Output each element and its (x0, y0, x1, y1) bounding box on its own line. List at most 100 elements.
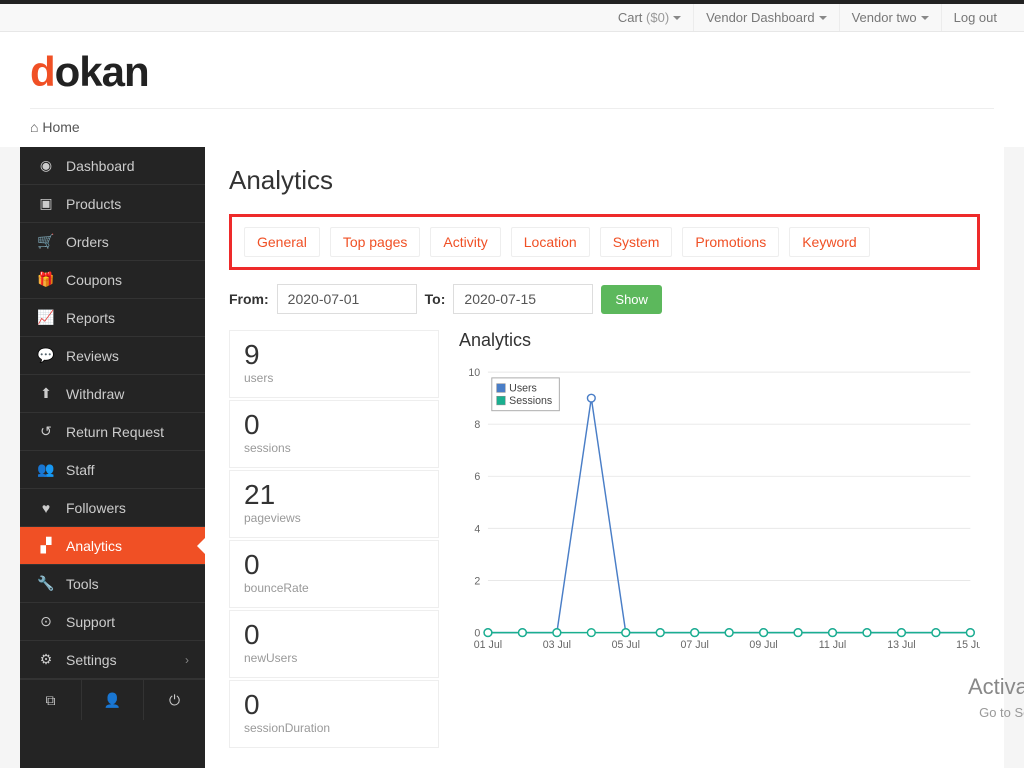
sidebar-item-label: Support (66, 614, 115, 630)
sidebar-item-coupons[interactable]: 🎁 Coupons (20, 261, 205, 299)
chevron-down-icon (819, 16, 827, 20)
sidebar-item-label: Staff (66, 462, 95, 478)
svg-text:Sessions: Sessions (509, 395, 552, 407)
briefcase-icon: ▣ (36, 195, 56, 212)
svg-text:8: 8 (474, 419, 480, 431)
sidebar-item-support[interactable]: ⊙ Support (20, 603, 205, 641)
cart-menu[interactable]: Cart ($0) (606, 4, 694, 31)
profile-button[interactable]: 👤 (82, 680, 144, 720)
tab-top-pages[interactable]: Top pages (330, 227, 421, 257)
stat-sessions: 0 sessions (229, 400, 439, 468)
to-input[interactable] (453, 284, 593, 314)
sidebar-item-products[interactable]: ▣ Products (20, 185, 205, 223)
chevron-down-icon (921, 16, 929, 20)
external-icon: ⧉ (46, 692, 56, 709)
cart-amount: ($0) (646, 10, 669, 25)
breadcrumb-wrap: ⌂ Home (0, 108, 1024, 147)
sidebar-item-dashboard[interactable]: ◉Dashboard (20, 147, 205, 185)
chevron-right-icon: › (185, 653, 189, 667)
svg-text:05 Jul: 05 Jul (612, 639, 640, 651)
home-icon: ⌂ (30, 119, 38, 135)
sidebar-item-label: Coupons (66, 272, 122, 288)
comment-icon: 💬 (36, 347, 56, 364)
sidebar-item-analytics[interactable]: ▞ Analytics (20, 527, 205, 565)
chart-icon: 📈 (36, 309, 56, 326)
cart-label: Cart (618, 10, 643, 25)
analytics-body: 9users 0 sessions 21 pageviews 0bounceRate… (229, 330, 980, 750)
sidebar-bottom: ⧉ 👤 ⏻ (20, 679, 205, 720)
sidebar-item-label: Reviews (66, 348, 119, 364)
sidebar-item-label: Dashboard (66, 158, 135, 174)
page-title: Analytics (229, 165, 980, 196)
svg-text:01 Jul: 01 Jul (474, 639, 502, 651)
tab-activity[interactable]: Activity (430, 227, 500, 257)
sidebar-item-label: Followers (66, 500, 126, 516)
vendor-two-menu[interactable]: Vendor two (840, 4, 942, 31)
main: ◉Dashboard ▣Products 🛒Orders 🎁Coupons 📈R… (20, 147, 1004, 768)
svg-text:03 Jul: 03 Jul (543, 639, 571, 651)
tab-keyword[interactable]: Keyword (789, 227, 869, 257)
svg-text:07 Jul: 07 Jul (681, 639, 709, 651)
logo-area: dokan (0, 32, 1024, 108)
tab-promotions[interactable]: Promotions (682, 227, 779, 257)
sidebar-item-reviews[interactable]: 💬 Reviews (20, 337, 205, 375)
lifering-icon: ⊙ (36, 613, 56, 630)
activate-watermark-line2: Go to Set (979, 705, 1024, 720)
sidebar-item-label: Settings (66, 652, 117, 668)
logout-label: Log out (954, 10, 997, 25)
brand-first-letter: d (30, 48, 55, 95)
stat-value: 0 (244, 691, 424, 719)
external-link-button[interactable]: ⧉ (20, 680, 82, 720)
gear-icon: ⚙ (36, 651, 56, 668)
area-chart-icon: ▞ (36, 537, 56, 554)
gift-icon: 🎁 (36, 271, 56, 288)
sidebar-item-staff[interactable]: 👥Staff (20, 451, 205, 489)
tab-general[interactable]: General (244, 227, 320, 257)
sidebar-item-withdraw[interactable]: ⬆Withdraw (20, 375, 205, 413)
breadcrumb[interactable]: ⌂ Home (30, 108, 994, 135)
from-input[interactable] (277, 284, 417, 314)
user-icon: 👤 (104, 692, 121, 709)
sidebar-item-return-request[interactable]: ↺Return Request (20, 413, 205, 451)
upload-icon: ⬆ (36, 385, 56, 402)
stats-column: 9users 0 sessions 21 pageviews 0bounceRate… (229, 330, 439, 750)
stat-value: 0 (244, 621, 424, 649)
power-button[interactable]: ⏻ (144, 680, 205, 720)
sidebar: ◉Dashboard ▣Products 🛒Orders 🎁Coupons 📈R… (20, 147, 205, 768)
vendor-two-label: Vendor two (852, 10, 917, 25)
svg-text:13 Jul: 13 Jul (887, 639, 915, 651)
sidebar-item-tools[interactable]: 🔧Tools (20, 565, 205, 603)
sidebar-item-orders[interactable]: 🛒Orders (20, 223, 205, 261)
return-icon: ↺ (36, 423, 56, 440)
show-button[interactable]: Show (601, 285, 662, 314)
svg-text:09 Jul: 09 Jul (749, 639, 777, 651)
sidebar-item-reports[interactable]: 📈Reports (20, 299, 205, 337)
chevron-down-icon (673, 16, 681, 20)
sidebar-item-settings[interactable]: ⚙ Settings › (20, 641, 205, 679)
stat-users: 9users (229, 330, 439, 398)
chart-column: Analytics 024681001 Jul03 Jul05 Jul07 Ju… (459, 330, 980, 750)
stat-value: 21 (244, 481, 424, 509)
sidebar-item-label: Analytics (66, 538, 122, 554)
content: Analytics General Top pages Activity Loc… (205, 147, 1004, 768)
stat-label: sessions (244, 441, 424, 455)
tab-system[interactable]: System (600, 227, 673, 257)
sidebar-item-label: Products (66, 196, 121, 212)
svg-text:15 Jul: 15 Jul (956, 639, 980, 651)
cart-icon: 🛒 (36, 233, 56, 250)
heart-icon: ♥ (36, 500, 56, 516)
stat-newusers: 0newUsers (229, 610, 439, 678)
sidebar-item-followers[interactable]: ♥ Followers (20, 489, 205, 527)
activate-watermark-line1: Activat (968, 674, 1024, 700)
logout-link[interactable]: Log out (942, 4, 1009, 31)
analytics-chart: 024681001 Jul03 Jul05 Jul07 Jul09 Jul11 … (459, 357, 980, 667)
stat-value: 0 (244, 411, 424, 439)
tab-location[interactable]: Location (511, 227, 590, 257)
stat-label: pageviews (244, 511, 424, 525)
brand-logo[interactable]: dokan (30, 48, 994, 96)
vendor-dashboard-label: Vendor Dashboard (706, 10, 814, 25)
stat-bouncerate: 0bounceRate (229, 540, 439, 608)
stat-pageviews: 21 pageviews (229, 470, 439, 538)
stat-value: 0 (244, 551, 424, 579)
vendor-dashboard-menu[interactable]: Vendor Dashboard (694, 4, 839, 31)
